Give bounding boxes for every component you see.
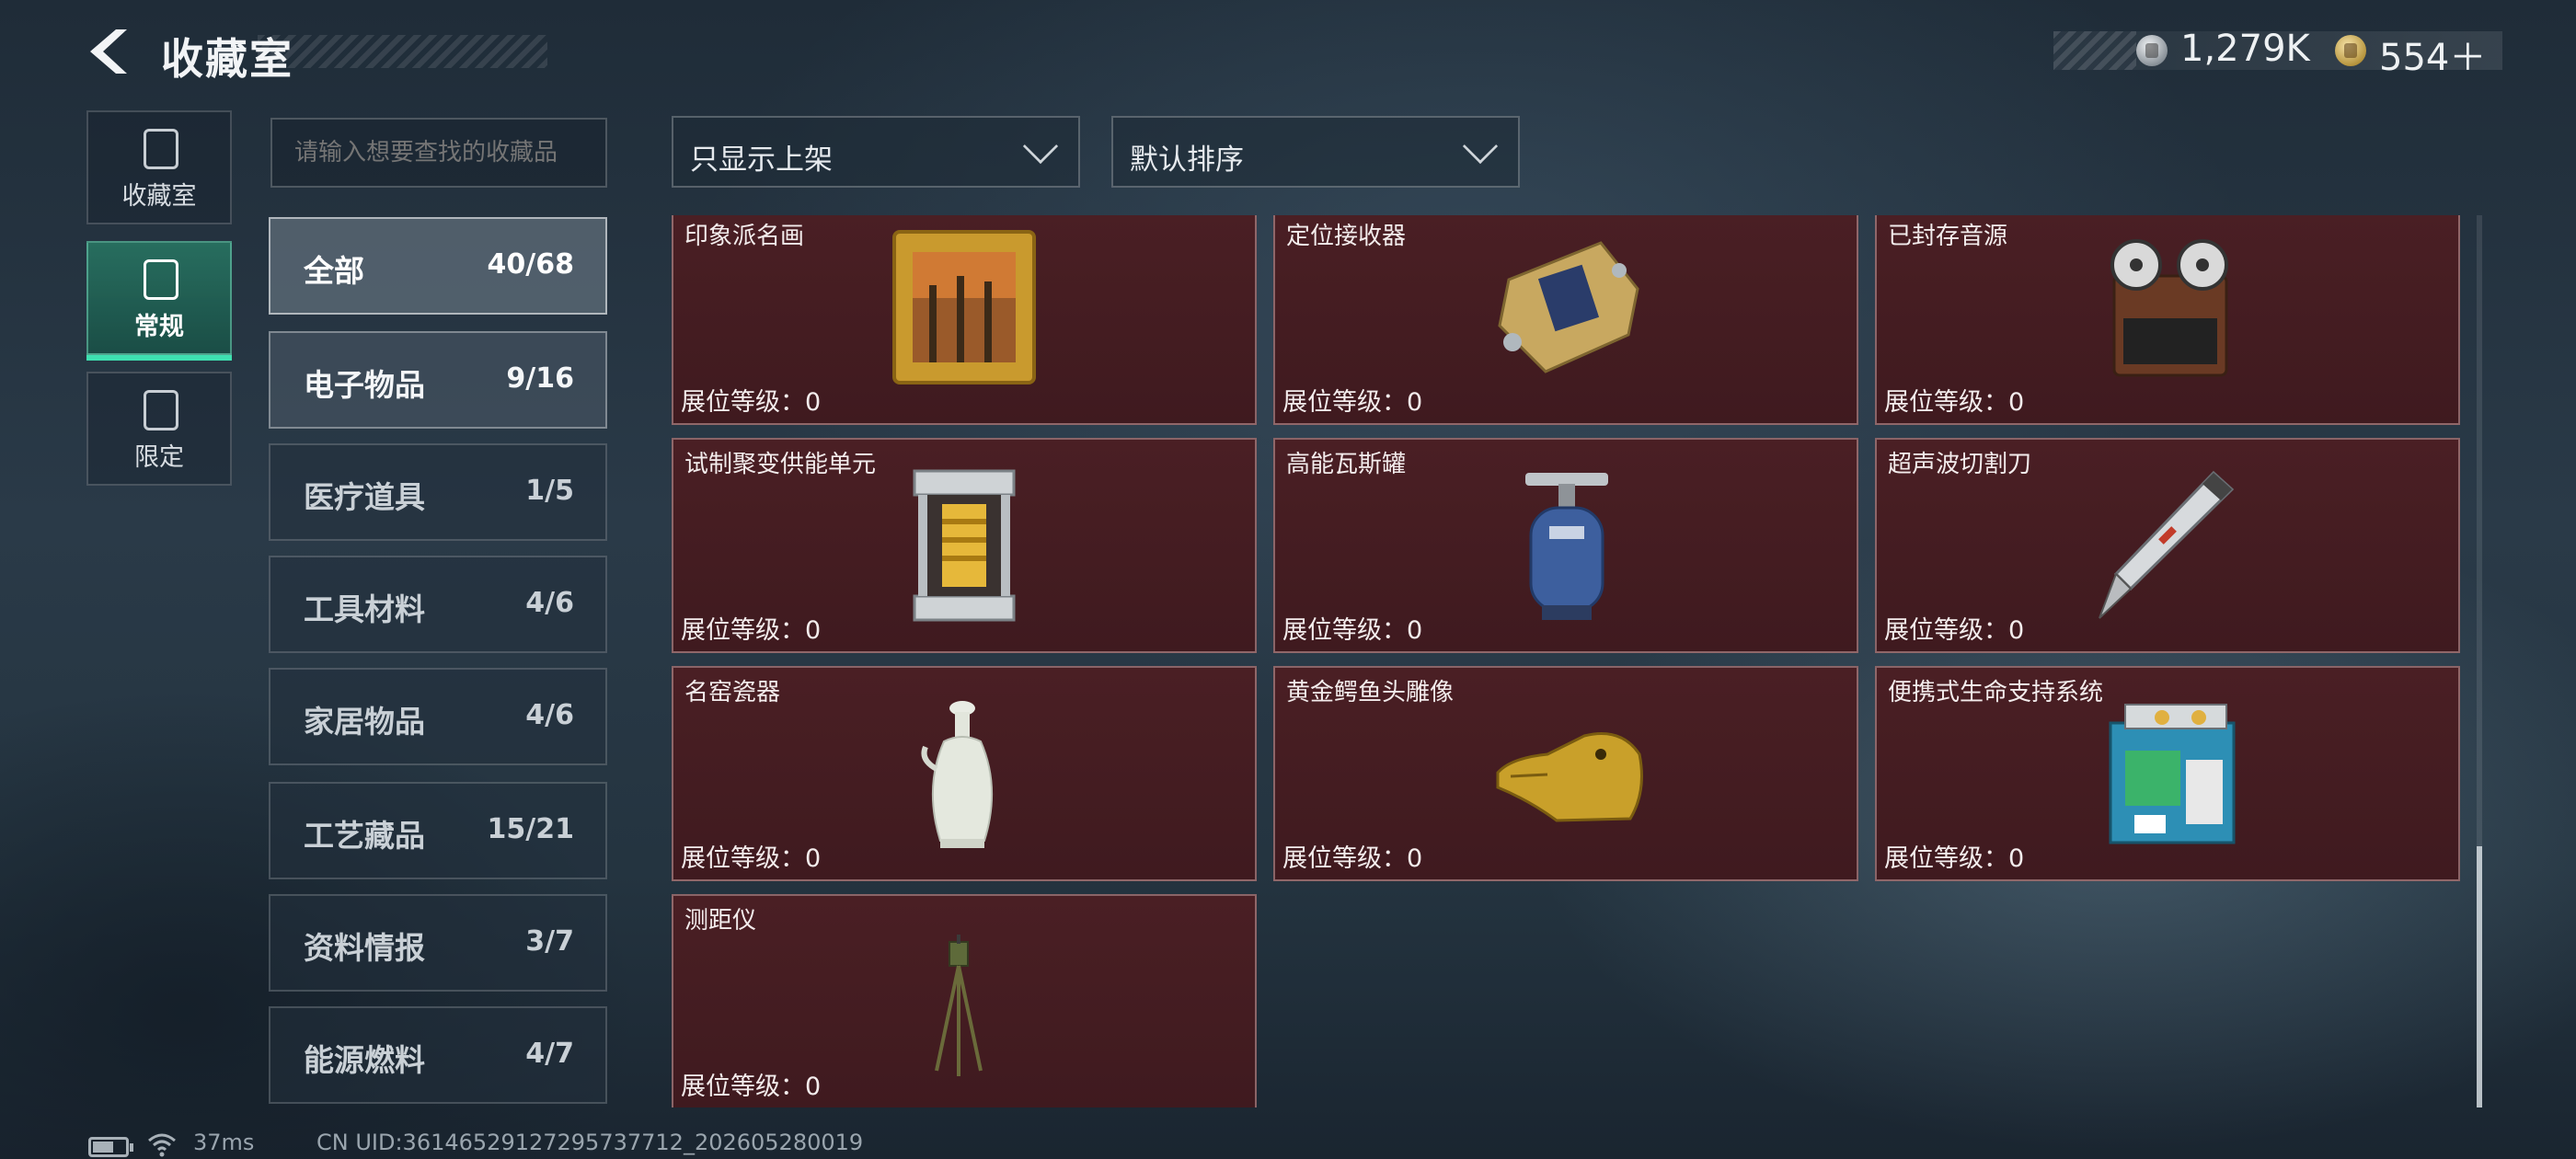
back-arrow-icon: [90, 29, 127, 74]
shelf-filter-value: 只显示上架: [690, 143, 833, 177]
booth-level: 展位等级：0: [1884, 388, 2025, 417]
chevron-down-icon: [1462, 128, 1499, 165]
category-count: 3/7: [525, 925, 574, 958]
category-name: 能源燃料: [304, 1042, 425, 1078]
search-input[interactable]: [270, 118, 607, 188]
item-name: 黄金鳄鱼头雕像: [1286, 679, 1455, 706]
sort-value: 默认排序: [1130, 143, 1244, 177]
uid-text: CN UID:36146529127295737712_202605280019: [316, 1130, 864, 1155]
page-title: 收藏室: [161, 34, 293, 84]
category-intel[interactable]: 资料情报 3/7: [269, 894, 607, 992]
sort-dropdown[interactable]: 默认排序: [1111, 116, 1520, 188]
fusion-power-unit-icon: [913, 469, 1016, 622]
chevron-down-icon: [1022, 128, 1059, 165]
impressionist-painting-icon: [892, 230, 1036, 384]
category-count: 15/21: [487, 813, 574, 845]
header-decoration: [258, 35, 547, 68]
item-name: 定位接收器: [1286, 223, 1407, 250]
silver-coin-icon: [2136, 35, 2168, 66]
category-energy[interactable]: 能源燃料 4/7: [269, 1006, 607, 1104]
category-medical[interactable]: 医疗道具 1/5: [269, 443, 607, 541]
silver-currency-value: 1,279K: [2180, 28, 2310, 70]
category-crafts[interactable]: 工艺藏品 15/21: [269, 782, 607, 879]
item-name: 已封存音源: [1888, 223, 2008, 250]
category-electronics[interactable]: 电子物品 9/16: [269, 331, 607, 429]
collection-icon: [144, 129, 178, 169]
category-name: 资料情报: [304, 930, 425, 966]
currency-bar-decoration: [2053, 31, 2136, 70]
item-name: 高能瓦斯罐: [1286, 451, 1407, 478]
item-card[interactable]: 印象派名画 展位等级：0: [672, 215, 1257, 425]
gold-coin-icon: [2335, 35, 2366, 66]
mode-tab-collection[interactable]: 收藏室: [86, 110, 232, 224]
rangefinder-icon: [935, 935, 983, 1076]
category-name: 电子物品: [304, 367, 425, 403]
mode-tab-label: 常规: [134, 313, 184, 341]
category-count: 4/7: [525, 1038, 574, 1070]
category-count: 1/5: [525, 475, 574, 507]
porcelain-vase-icon: [921, 701, 994, 848]
gas-canister-icon: [1525, 473, 1608, 620]
item-card[interactable]: 已封存音源 展位等级：0: [1875, 215, 2460, 425]
booth-level: 展位等级：0: [681, 388, 822, 417]
booth-level: 展位等级：0: [1884, 616, 2025, 645]
mode-tab-regular[interactable]: 常规: [86, 241, 232, 361]
item-card[interactable]: 试制聚变供能单元 展位等级：0: [672, 438, 1257, 653]
golden-crocodile-statue-icon: [1496, 732, 1643, 822]
item-card[interactable]: 定位接收器 展位等级：0: [1273, 215, 1858, 425]
item-name: 便携式生命支持系统: [1888, 679, 2104, 706]
item-grid[interactable]: 印象派名画 展位等级：0 定位接收器 展位等级：0 已封存音源 展位等级：0 试…: [670, 215, 2464, 1107]
item-card[interactable]: 高能瓦斯罐 展位等级：0: [1273, 438, 1858, 653]
regular-icon: [144, 259, 178, 300]
item-name: 超声波切割刀: [1888, 451, 2032, 478]
category-count: 4/6: [525, 699, 574, 731]
category-count: 9/16: [506, 362, 574, 395]
booth-level: 展位等级：0: [1282, 616, 1423, 645]
category-name: 工艺藏品: [304, 818, 425, 854]
booth-level: 展位等级：0: [1884, 844, 2025, 873]
category-name: 工具材料: [304, 591, 425, 627]
booth-level: 展位等级：0: [681, 844, 822, 873]
item-name: 试制聚变供能单元: [684, 451, 877, 478]
item-card[interactable]: 测距仪 展位等级：0: [672, 894, 1257, 1107]
back-button[interactable]: [85, 26, 138, 77]
item-card[interactable]: 名窑瓷器 展位等级：0: [672, 666, 1257, 881]
reel-tape-recorder-icon: [2110, 239, 2228, 377]
life-support-system-icon: [2109, 704, 2236, 844]
grid-scrollbar-thumb[interactable]: [2477, 846, 2482, 1107]
category-tools[interactable]: 工具材料 4/6: [269, 556, 607, 653]
item-card[interactable]: 黄金鳄鱼头雕像 展位等级：0: [1273, 666, 1858, 881]
positioning-receiver-icon: [1498, 241, 1639, 373]
item-card[interactable]: 便携式生命支持系统 展位等级：0: [1875, 666, 2460, 881]
ultrasonic-cutter-icon: [2099, 470, 2235, 619]
mode-tab-limited[interactable]: 限定: [86, 372, 232, 486]
item-name: 印象派名画: [684, 223, 805, 250]
category-name: 全部: [304, 253, 364, 289]
wifi-icon: [148, 1133, 176, 1157]
item-name: 测距仪: [684, 907, 757, 935]
limited-icon: [144, 390, 178, 430]
category-name: 家居物品: [304, 704, 425, 740]
ping-value: 37ms: [193, 1130, 255, 1155]
booth-level: 展位等级：0: [1282, 388, 1423, 417]
booth-level: 展位等级：0: [681, 1073, 822, 1101]
gold-currency-value[interactable]: 554＋: [2379, 28, 2486, 81]
booth-level: 展位等级：0: [1282, 844, 1423, 873]
category-count: 4/6: [525, 587, 574, 619]
category-count: 40/68: [487, 248, 574, 281]
battery-icon: [88, 1137, 133, 1157]
category-all[interactable]: 全部 40/68: [269, 217, 607, 315]
item-name: 名窑瓷器: [684, 679, 781, 706]
shelf-filter-dropdown[interactable]: 只显示上架: [672, 116, 1080, 188]
booth-level: 展位等级：0: [681, 616, 822, 645]
item-card[interactable]: 超声波切割刀 展位等级：0: [1875, 438, 2460, 653]
mode-tab-label: 限定: [134, 443, 184, 472]
category-household[interactable]: 家居物品 4/6: [269, 668, 607, 765]
category-name: 医疗道具: [304, 479, 425, 515]
mode-tab-label: 收藏室: [121, 182, 197, 211]
